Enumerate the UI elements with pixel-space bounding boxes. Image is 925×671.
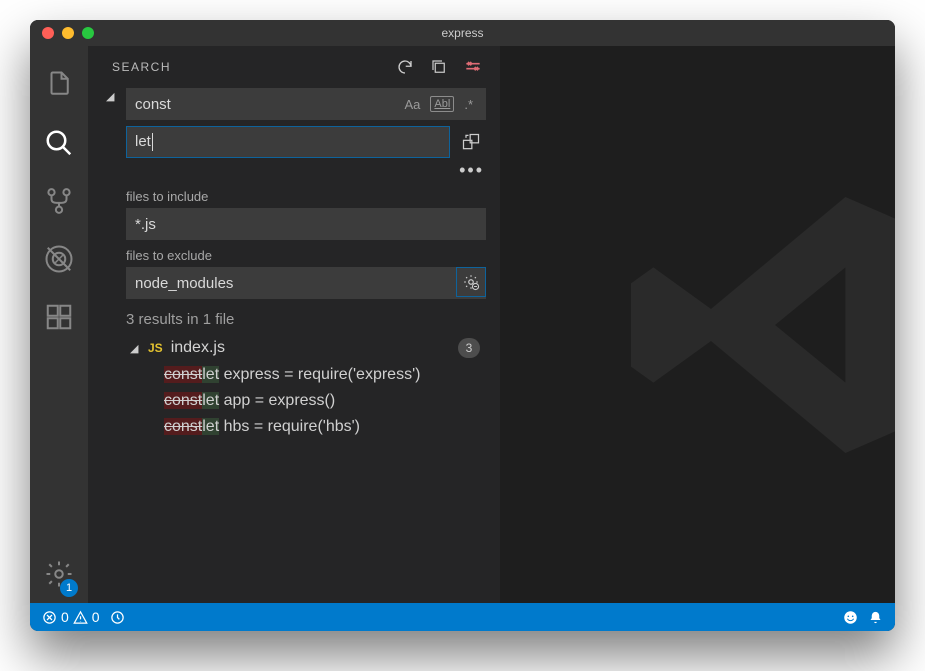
result-line[interactable]: constlet express = require('express') xyxy=(106,362,486,388)
vscode-window: express 1 xyxy=(30,20,895,631)
window-close-button[interactable] xyxy=(42,27,54,39)
files-exclude-input[interactable]: node_modules xyxy=(126,267,486,299)
activity-source-control[interactable] xyxy=(30,172,88,230)
activity-settings[interactable]: 1 xyxy=(30,545,88,603)
status-errors-count: 0 xyxy=(61,609,69,625)
use-exclude-settings-button[interactable] xyxy=(456,267,486,297)
regex-icon[interactable]: .* xyxy=(460,95,477,114)
editor-area xyxy=(500,46,895,603)
clear-search-icon[interactable] xyxy=(460,54,486,80)
results-summary: 3 results in 1 file xyxy=(126,311,486,328)
status-problems[interactable]: 0 0 xyxy=(42,609,100,625)
refresh-icon[interactable] xyxy=(392,54,418,80)
files-include-input[interactable]: *.js xyxy=(126,208,486,240)
activity-extensions[interactable] xyxy=(30,288,88,346)
files-exclude-value: node_modules xyxy=(135,275,449,292)
chevron-down-icon: ◢ xyxy=(130,342,140,355)
sidebar-title: SEARCH xyxy=(112,60,171,74)
toggle-search-details[interactable]: ••• xyxy=(106,160,486,181)
replace-all-button[interactable] xyxy=(456,126,486,158)
files-exclude-label: files to exclude xyxy=(126,248,486,263)
activity-bar: 1 xyxy=(30,46,88,603)
status-warnings-count: 0 xyxy=(92,609,100,625)
files-include-value: *.js xyxy=(135,216,477,233)
activity-debug[interactable] xyxy=(30,230,88,288)
titlebar: express xyxy=(30,20,895,46)
collapse-all-icon[interactable] xyxy=(426,54,452,80)
activity-search[interactable] xyxy=(30,114,88,172)
result-line[interactable]: constlet app = express() xyxy=(106,388,486,414)
search-input[interactable]: const Aa Abl .* xyxy=(126,88,486,120)
settings-badge: 1 xyxy=(60,579,78,597)
result-count-badge: 3 xyxy=(458,338,480,358)
status-feedback-icon[interactable] xyxy=(843,610,858,625)
window-title: express xyxy=(30,26,895,40)
replace-value: let xyxy=(135,133,151,150)
vscode-watermark-icon xyxy=(615,165,895,485)
toggle-replace-icon[interactable]: ◢ xyxy=(106,90,120,103)
window-maximize-button[interactable] xyxy=(82,27,94,39)
result-file-row[interactable]: ◢ JS index.js 3 xyxy=(106,334,486,362)
match-case-icon[interactable]: Aa xyxy=(401,95,425,114)
search-sidebar: SEARCH ◢ const xyxy=(88,46,500,603)
status-notification-icon[interactable] xyxy=(868,610,883,625)
result-file-name: index.js xyxy=(171,339,225,357)
activity-explorer[interactable] xyxy=(30,56,88,114)
status-bar: 0 0 xyxy=(30,603,895,631)
status-history-icon[interactable] xyxy=(110,610,125,625)
file-lang-badge: JS xyxy=(148,341,163,355)
result-line[interactable]: constlet hbs = require('hbs') xyxy=(106,414,486,440)
files-include-label: files to include xyxy=(126,189,486,204)
search-value: const xyxy=(135,96,401,113)
window-minimize-button[interactable] xyxy=(62,27,74,39)
match-word-icon[interactable]: Abl xyxy=(430,96,454,112)
replace-input[interactable]: let xyxy=(126,126,450,158)
